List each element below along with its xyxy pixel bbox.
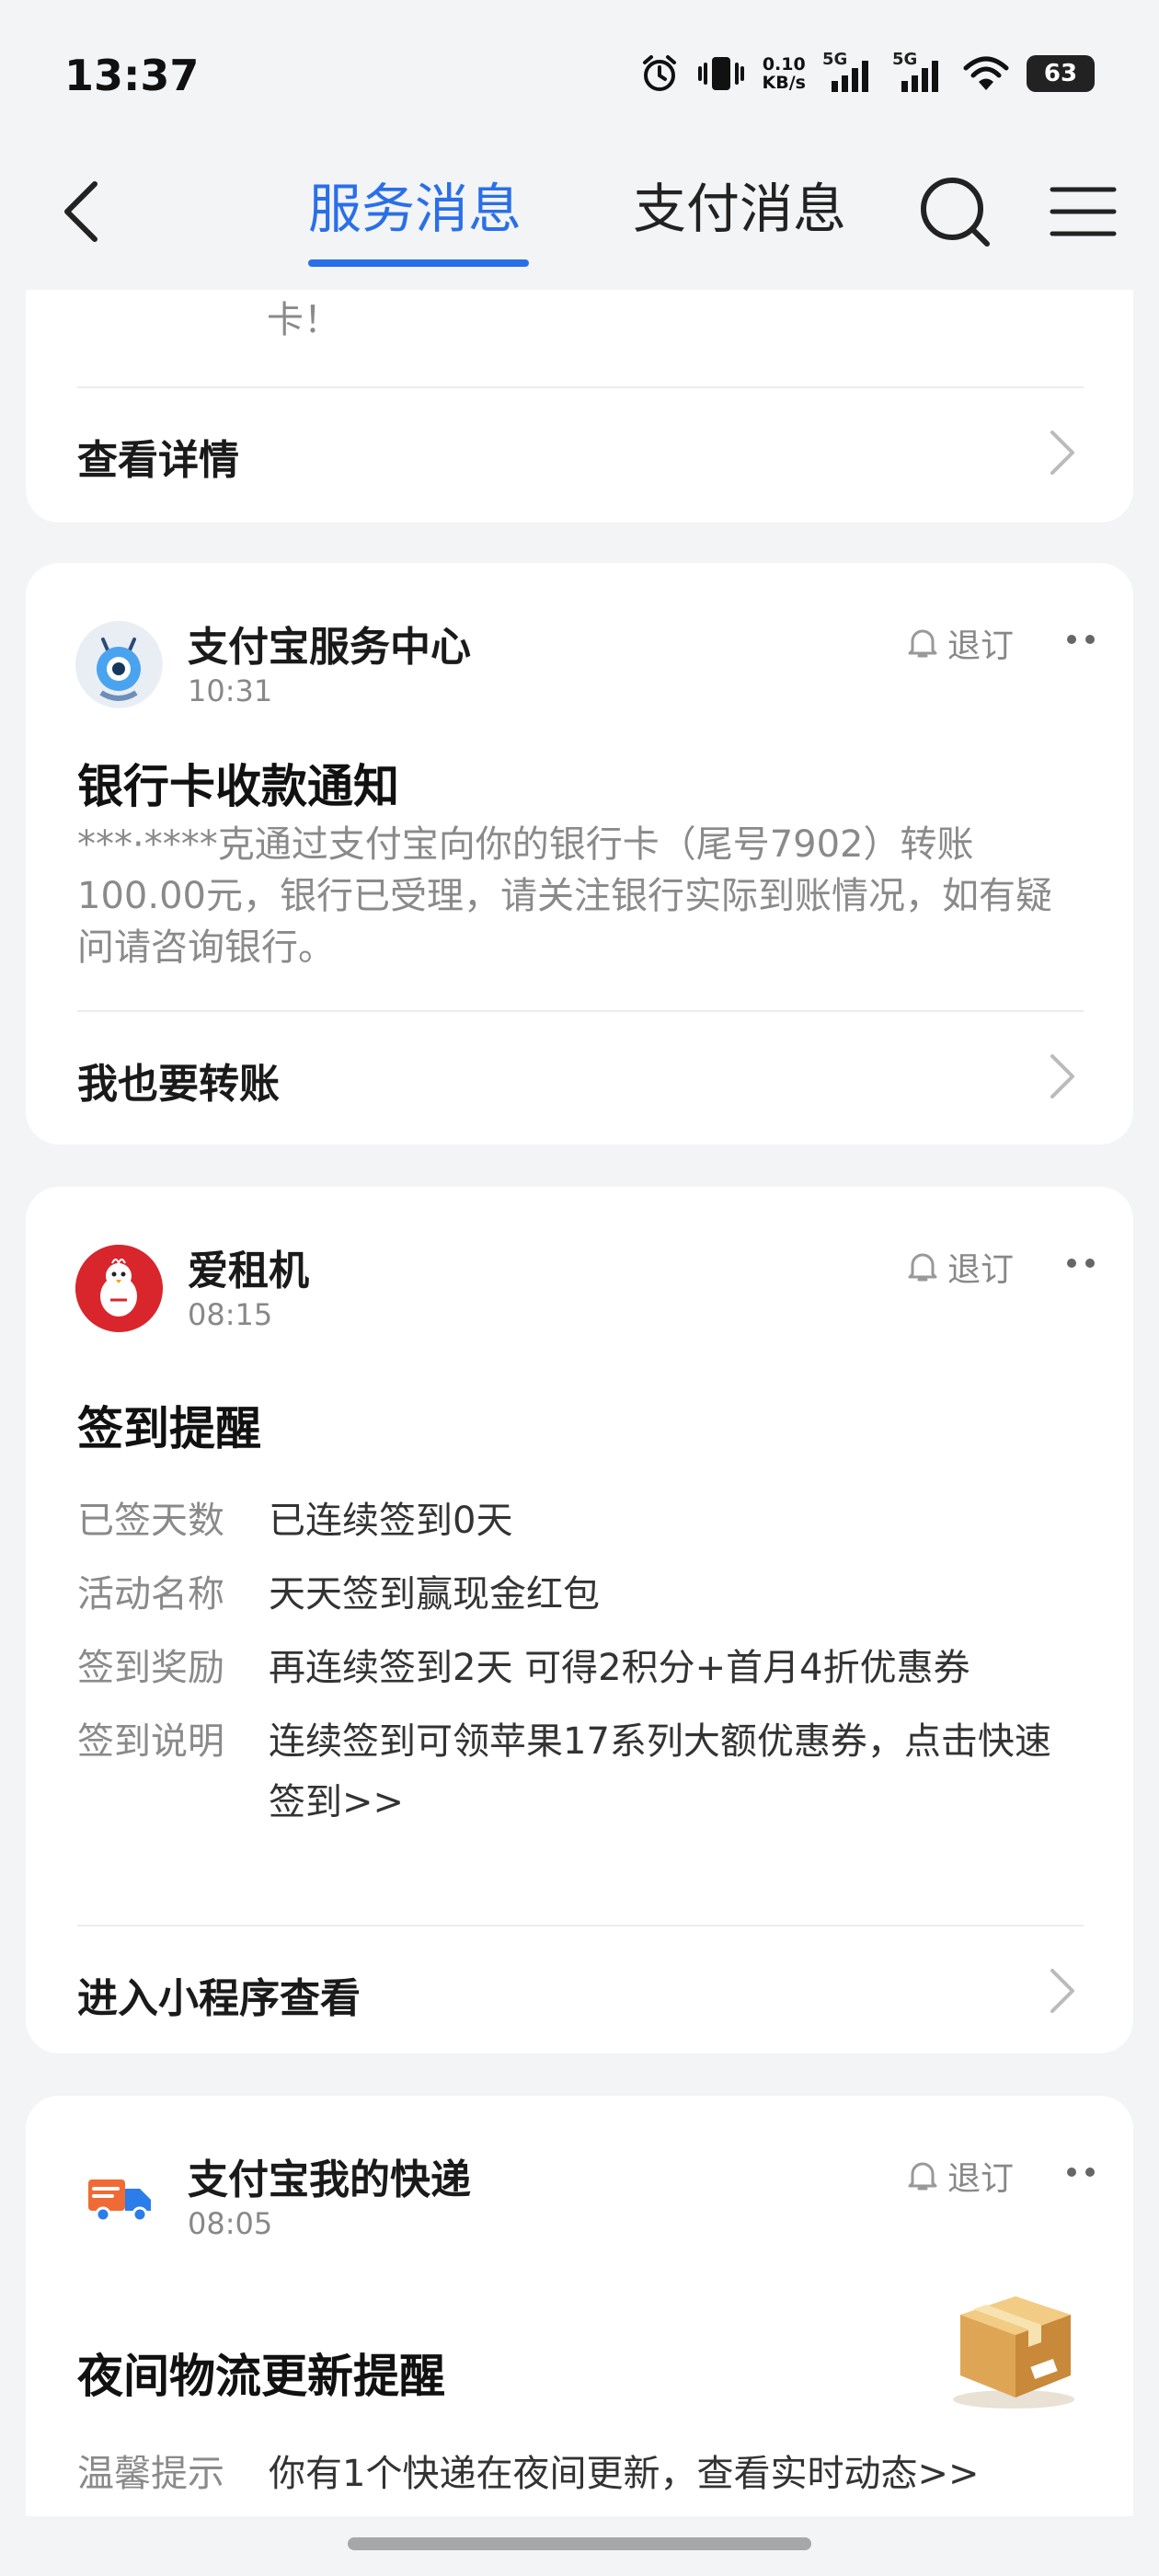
- battery-indicator: 63: [1027, 55, 1095, 92]
- bell-icon: [908, 2162, 937, 2191]
- header: 服务消息 支付消息: [0, 138, 1159, 290]
- net-speed: 0.10 KB/s: [762, 54, 806, 93]
- signal-icon: [832, 61, 868, 92]
- unsubscribe-button[interactable]: 退订: [907, 2152, 1014, 2200]
- status-icons: 0.10 KB/s 5G 5G 63: [639, 50, 1095, 94]
- status-bar: 13:37 0.10 KB/s 5G 5G 63: [0, 0, 1159, 138]
- detail-key: 签到说明: [77, 1720, 224, 1763]
- action-label: 进入小程序查看: [77, 1975, 361, 2022]
- unsubscribe-button[interactable]: 退订: [907, 619, 1014, 667]
- sender-name: 爱租机: [188, 1248, 309, 1294]
- message-title: 签到提醒: [77, 1402, 261, 1455]
- unsubscribe-button[interactable]: 退订: [907, 1243, 1014, 1291]
- detail-value: 再连续签到2天 可得2积分+首月4折优惠券: [269, 1647, 970, 1689]
- transfer-link[interactable]: 我也要转账: [26, 1012, 1133, 1141]
- message-card-express-update: 支付宝我的快递 08:05 退订 夜间物流更新提醒 温馨提示 你有1个快递在夜间…: [26, 2096, 1133, 2516]
- message-card-bank-notice: 支付宝服务中心 10:31 退订 银行卡收款通知 ***·****克通过支付宝向…: [26, 563, 1133, 1144]
- message-time: 08:15: [188, 1297, 273, 1332]
- message-feed[interactable]: 卡！ 查看详情 支付宝服务中心 10:31 退订 银行卡收款通知 ***·***…: [0, 290, 1159, 2516]
- detail-key: 活动名称: [77, 1573, 224, 1616]
- action-label: 查看详情: [77, 437, 239, 484]
- detail-value[interactable]: 你有1个快递在夜间更新，查看实时动态>>: [269, 2444, 1078, 2504]
- message-body: ***·****克通过支付宝向你的银行卡（尾号7902）转账100.00元，银行…: [77, 823, 1052, 969]
- signal-icon: [901, 61, 938, 92]
- sender-name: 支付宝我的快递: [188, 2156, 471, 2203]
- message-time: 10:31: [188, 673, 273, 708]
- delivery-truck-icon: [88, 2179, 151, 2223]
- more-options-icon[interactable]: [1065, 2154, 1096, 2191]
- clock: 13:37: [64, 51, 200, 100]
- sender-name: 支付宝服务中心: [188, 624, 471, 671]
- message-title: 夜间物流更新提醒: [77, 2350, 445, 2403]
- card-header: 支付宝服务中心 10:31 退订: [75, 614, 1096, 715]
- detail-value: 天天签到赢现金红包: [269, 1573, 600, 1616]
- message-time: 08:05: [188, 2206, 273, 2241]
- view-details-link[interactable]: 查看详情: [26, 388, 1133, 517]
- search-icon[interactable]: [915, 170, 993, 253]
- bell-icon: [908, 629, 937, 658]
- vibrate-icon: [697, 57, 744, 90]
- avatar[interactable]: [75, 2154, 163, 2241]
- tab-payment-messages[interactable]: 支付消息: [633, 166, 846, 243]
- avatar[interactable]: [75, 621, 163, 708]
- more-options-icon[interactable]: [1065, 1245, 1096, 1282]
- alipay-service-mascot-icon: [75, 621, 162, 707]
- tab-service-messages[interactable]: 服务消息: [308, 166, 522, 243]
- partial-message-text: 卡！: [267, 299, 340, 341]
- message-card-checkin-reminder: 爱租机 08:15 退订 签到提醒 已签天数 已连续签到0天 活动名称 天天签到…: [26, 1187, 1133, 2053]
- detail-key: 签到奖励: [77, 1647, 224, 1689]
- aizuji-logo-icon: [75, 1245, 162, 1331]
- action-label: 我也要转账: [77, 1061, 280, 1108]
- package-box-icon: [953, 2296, 1074, 2409]
- menu-icon[interactable]: [1049, 184, 1118, 239]
- detail-value[interactable]: 连续签到可领苹果17系列大额优惠券，点击快速签到>>: [269, 1711, 1078, 1833]
- message-card: 卡！ 查看详情: [26, 290, 1133, 523]
- detail-key: 温馨提示: [77, 2453, 224, 2495]
- card-header: 支付宝我的快递 08:05 退订: [75, 2146, 1096, 2248]
- message-title: 银行卡收款通知: [77, 760, 399, 813]
- home-indicator[interactable]: [348, 2537, 811, 2550]
- detail-key: 已签天数: [77, 1500, 224, 1542]
- chevron-right-icon: [1050, 1054, 1074, 1098]
- signal-sim2: 5G: [892, 50, 946, 94]
- chevron-right-icon: [1050, 1969, 1074, 2013]
- wifi-icon: [963, 56, 1009, 90]
- open-mini-program-link[interactable]: 进入小程序查看: [26, 1926, 1133, 2055]
- bell-icon: [908, 1253, 937, 1282]
- back-icon[interactable]: [51, 175, 115, 248]
- card-header: 爱租机 08:15 退订: [75, 1237, 1096, 1339]
- more-options-icon[interactable]: [1065, 621, 1096, 658]
- alarm-icon: [642, 55, 676, 91]
- signal-sim1: 5G: [822, 50, 876, 94]
- avatar[interactable]: [75, 1245, 163, 1332]
- detail-value: 已连续签到0天: [269, 1500, 513, 1542]
- chevron-right-icon: [1050, 431, 1074, 475]
- active-tab-indicator: [308, 259, 529, 267]
